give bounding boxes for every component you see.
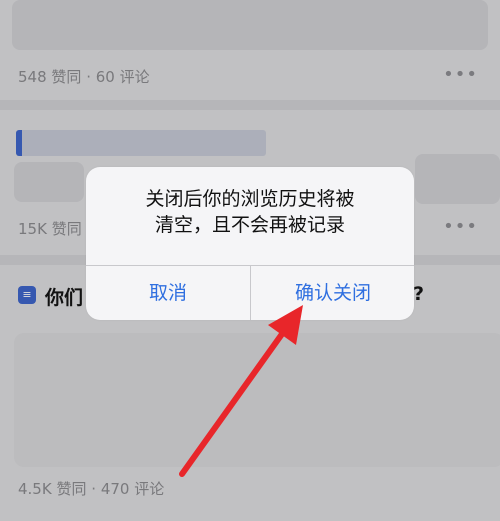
arrow-shaft: [179, 331, 285, 477]
arrow-head: [268, 305, 303, 345]
annotation-arrow-icon: [179, 305, 303, 477]
